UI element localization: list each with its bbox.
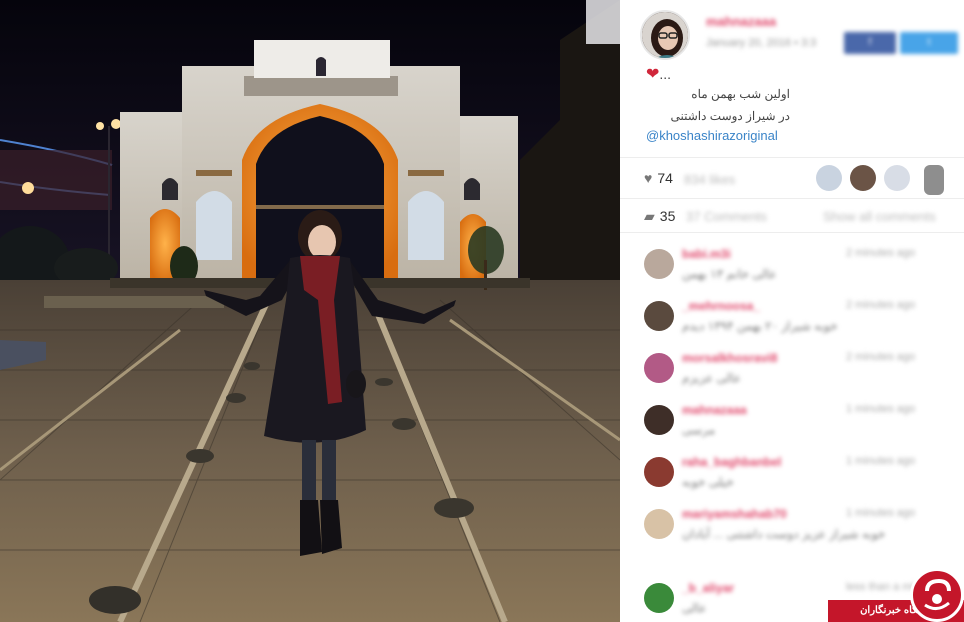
comment-item: mahnazaaa 1 minutes ago مرسی (620, 403, 964, 457)
caption-heart-line: ❤... (646, 64, 671, 84)
comment-text: خوبه شیراز عزیز دوست داشتنی ... آبادان (682, 527, 886, 541)
show-all-comments-link[interactable]: Show all comments (823, 209, 936, 224)
caption-mention-link[interactable]: @khoshashirazoriginal (646, 128, 778, 143)
comment-username[interactable]: mahnazaaa (682, 403, 747, 417)
comment-time: 2 minutes ago (846, 247, 916, 259)
comment-username[interactable]: babi.m3i (682, 247, 731, 261)
owner-username[interactable]: mahnazaaa (706, 14, 776, 29)
post-sidebar: mahnazaaa January 20, 2016 • 3:3 f t ❤..… (620, 0, 964, 622)
comment-item: morsalkhosravi8 2 minutes ago عالی عزیزم (620, 351, 964, 405)
comment-time: 1 minutes ago (846, 403, 916, 415)
liker-avatar[interactable] (884, 165, 910, 191)
divider (620, 157, 964, 158)
watermark-logo: باشگاه خبرنگاران (828, 568, 964, 622)
comment-item: raha_baghbanbel 1 minutes ago خیلی خوبه (620, 455, 964, 509)
comment-text: خیلی خوبه (682, 475, 734, 489)
comment-username[interactable]: _mehrnoosa_ (682, 299, 760, 313)
liker-avatar[interactable] (816, 165, 842, 191)
commenter-avatar[interactable] (644, 509, 674, 539)
commenter-avatar[interactable] (644, 583, 674, 613)
comment-username[interactable]: _b_aliyar (682, 581, 734, 595)
post-date: January 20, 2016 • 3:3 (706, 37, 817, 49)
post-header: mahnazaaa January 20, 2016 • 3:3 f t (620, 0, 964, 66)
comment-time: 2 minutes ago (846, 299, 916, 311)
comment-text: مرسی (682, 423, 716, 437)
caption-line-2: در شیراز دوست داشتنی (670, 109, 790, 123)
comment-item: babi.m3i 2 minutes ago عالی خانم ۱۳ بهمن (620, 247, 964, 301)
comment-item: _mehrnoosa_ 2 minutes ago خوبه شیراز ۲۰ … (620, 299, 964, 353)
divider (620, 232, 964, 233)
commenter-avatar[interactable] (644, 301, 674, 331)
comment-time: 1 minutes ago (846, 455, 916, 467)
comment-username[interactable]: mariyamshahab70 (682, 507, 787, 521)
heart-icon: ♥ (644, 170, 653, 186)
owner-avatar[interactable] (640, 10, 690, 60)
commenter-avatar[interactable] (644, 249, 674, 279)
comment-username[interactable]: morsalkhosravi8 (682, 351, 777, 365)
comment-time: 1 minutes ago (846, 507, 916, 519)
comment-bubble-icon: ▰ (644, 208, 655, 224)
likes-label: 834 likes (684, 172, 736, 187)
comments-label: 37 Comments (686, 209, 767, 224)
liker-avatar[interactable] (924, 165, 944, 195)
comment-time: 2 minutes ago (846, 351, 916, 363)
caption-line-1: اولین شب بهمن ماه (691, 87, 790, 101)
red-heart-icon: ❤ (646, 66, 660, 83)
divider (620, 198, 964, 199)
post-photo (0, 0, 620, 622)
watermark-emblem-icon (910, 568, 964, 622)
comment-item: mariyamshahab70 1 minutes ago خوبه شیراز… (620, 507, 964, 561)
comments-count[interactable]: ▰ 35 (644, 208, 675, 225)
liker-avatar[interactable] (850, 165, 876, 191)
comment-text: خوبه شیراز ۲۰ بهمن ۱۳۹۴ دیدم (682, 319, 838, 333)
facebook-share-button[interactable]: f (844, 32, 896, 54)
commenter-avatar[interactable] (644, 457, 674, 487)
comment-text: عالی (682, 601, 707, 615)
likes-count[interactable]: ♥ 74 (644, 170, 673, 186)
twitter-share-button[interactable]: t (900, 32, 958, 54)
commenter-avatar[interactable] (644, 405, 674, 435)
comment-username[interactable]: raha_baghbanbel (682, 455, 781, 469)
comment-text: عالی خانم ۱۳ بهمن (682, 267, 777, 281)
caption-ellipsis: ... (659, 66, 672, 82)
comment-text: عالی عزیزم (682, 371, 741, 385)
commenter-avatar[interactable] (644, 353, 674, 383)
